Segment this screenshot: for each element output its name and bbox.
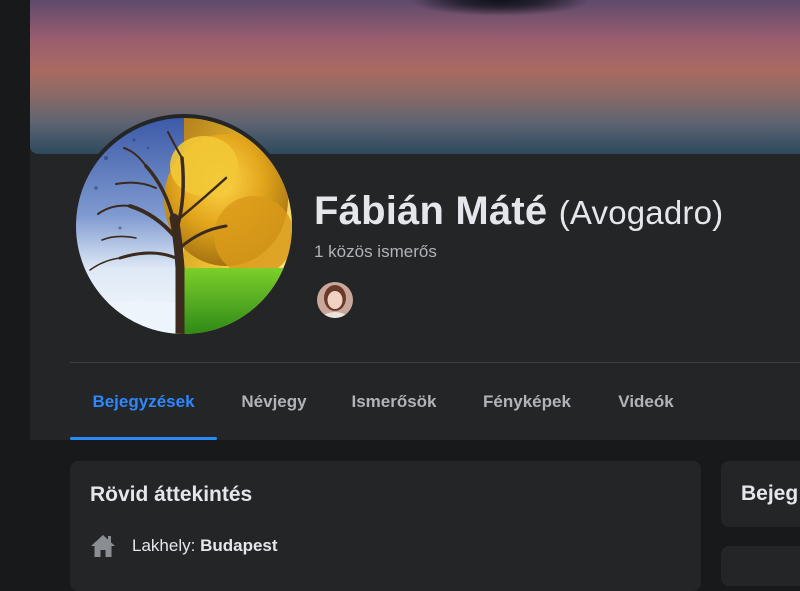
profile-name-text: Fábián Máté [314, 189, 548, 233]
tab-photos-label: Fényképek [483, 392, 571, 411]
residence-text: Lakhely: Budapest [132, 536, 278, 556]
four-seasons-tree-image [76, 118, 292, 334]
tab-videos[interactable]: Videók [600, 364, 692, 440]
tab-friends[interactable]: Ismerősök [334, 364, 454, 440]
header-divider [70, 362, 800, 363]
tab-about-label: Névjegy [241, 392, 307, 411]
post-preview-card [721, 546, 800, 586]
profile-nickname: (Avogadro) [558, 194, 724, 231]
residence-row: Lakhely: Budapest [90, 533, 278, 559]
mutual-friends-link[interactable]: 1 közös ismerős [314, 242, 437, 262]
active-tab-indicator [70, 437, 217, 440]
tab-videos-label: Videók [618, 392, 674, 411]
posts-card-title: Bejeg [741, 482, 799, 505]
home-icon [91, 535, 115, 557]
intro-title: Rövid áttekintés [90, 483, 253, 506]
tab-about[interactable]: Névjegy [223, 364, 325, 440]
tab-photos[interactable]: Fényképek [466, 364, 588, 440]
residence-value[interactable]: Budapest [200, 536, 277, 555]
profile-name: Fábián Máté (Avogadro) [314, 188, 723, 236]
left-gutter [0, 0, 30, 440]
mutual-friend-avatar[interactable] [315, 280, 355, 320]
posts-card: Bejeg [721, 461, 800, 527]
profile-picture[interactable] [76, 118, 292, 334]
residence-label: Lakhely: [132, 536, 196, 555]
tab-posts[interactable]: Bejegyzések [70, 364, 217, 440]
intro-card: Rövid áttekintés Lakhely: Budapest [70, 461, 701, 591]
tab-posts-label: Bejegyzések [92, 392, 195, 411]
avatar [317, 282, 353, 318]
tab-friends-label: Ismerősök [351, 392, 437, 411]
